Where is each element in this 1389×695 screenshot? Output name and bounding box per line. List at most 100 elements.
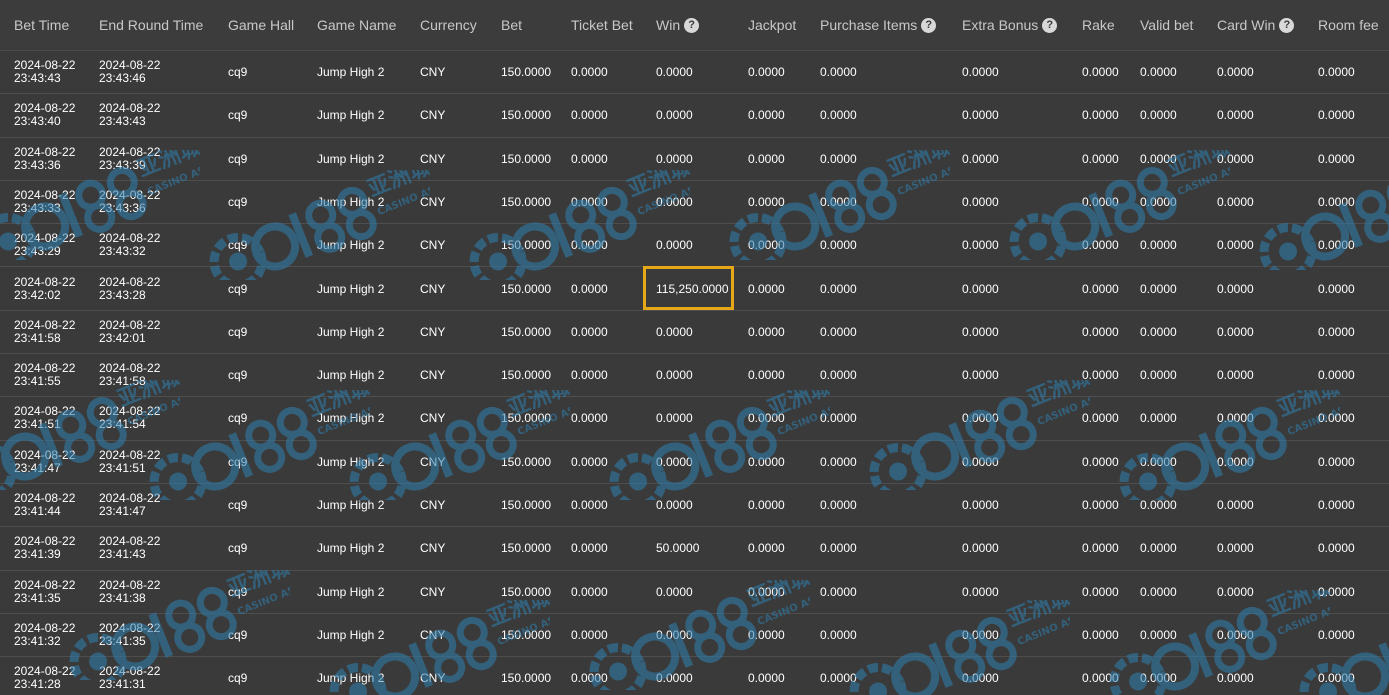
table-row[interactable]: 2024-08-22 23:41:44 2024-08-22 23:41:47 cq9 J…: [0, 483, 1389, 528]
bet-time: 23:43:36: [14, 157, 61, 172]
col-header-room-fee[interactable]: Room fee: [1318, 16, 1379, 34]
col-header-card-win[interactable]: Card Win?: [1217, 16, 1295, 34]
game-hall-cell: cq9: [228, 411, 248, 426]
bet-time: 23:41:28: [14, 677, 61, 692]
win-cell: 50.0000: [656, 541, 700, 556]
help-icon[interactable]: ?: [1279, 18, 1295, 33]
ticket-bet-cell: 0.0000: [571, 454, 608, 469]
ticket-bet-cell: 0.0000: [571, 498, 608, 512]
col-header-jackpot[interactable]: Jackpot: [748, 16, 796, 34]
game-hall-cell: cq9: [228, 627, 248, 642]
table-row[interactable]: 2024-08-22 23:43:33 2024-08-22 23:43:36 cq9 J…: [0, 180, 1389, 225]
col-header-valid-bet[interactable]: Valid bet: [1140, 16, 1193, 34]
rake-cell: 0.0000: [1082, 108, 1119, 123]
win-cell: 0.0000: [656, 411, 693, 426]
table-row[interactable]: 2024-08-22 23:43:40 2024-08-22 23:43:43 cq9 J…: [0, 93, 1389, 138]
col-header-bet[interactable]: Bet: [501, 16, 522, 34]
ticket-bet-cell: 0.0000: [571, 65, 608, 79]
table-row[interactable]: 2024-08-22 23:43:36 2024-08-22 23:43:39 cq9 J…: [0, 137, 1389, 181]
valid-bet-cell: 0.0000: [1140, 671, 1177, 686]
valid-bet-cell: 0.0000: [1140, 368, 1177, 383]
bet-time-cell: 2024-08-22 23:43:29: [14, 232, 75, 258]
table-header: Bet Time End Round Time Game Hall Game Name…: [0, 0, 1389, 51]
col-header-label: Purchase Items: [820, 17, 918, 33]
game-hall-cell: cq9: [228, 541, 248, 556]
game-hall-cell: cq9: [228, 498, 248, 512]
rake-cell: 0.0000: [1082, 541, 1119, 556]
bet-date: 2024-08-22: [14, 144, 76, 159]
col-header-win[interactable]: Win?: [656, 16, 700, 34]
bet-cell: 150.0000: [501, 324, 552, 339]
purchase-items-cell: 0.0000: [820, 498, 857, 512]
col-header-purchase-items[interactable]: Purchase Items?: [820, 16, 937, 34]
table-row[interactable]: 2024-08-22 23:42:02 2024-08-22 23:43:28 cq9 J…: [0, 267, 1389, 311]
col-header-bet-time[interactable]: Bet Time: [14, 16, 69, 34]
col-header-label: Currency: [420, 17, 477, 33]
win-cell: 0.0000: [656, 584, 693, 599]
col-header-label: Card Win: [1217, 17, 1276, 33]
table-row[interactable]: 2024-08-22 23:43:43 2024-08-22 23:43:46 cq9 J…: [0, 50, 1389, 95]
col-header-ticket-bet[interactable]: Ticket Bet: [571, 16, 633, 34]
room-fee-cell: 0.0000: [1318, 65, 1355, 79]
col-header-label: Ticket Bet: [571, 17, 633, 33]
jackpot-cell: 0.0000: [748, 194, 785, 209]
table-row[interactable]: 2024-08-22 23:41:47 2024-08-22 23:41:51 cq9 J…: [0, 440, 1389, 484]
jackpot-cell: 0.0000: [748, 281, 785, 296]
card-win-cell: 0.0000: [1217, 108, 1254, 123]
ticket-bet-cell: 0.0000: [571, 108, 608, 123]
col-header-game-name[interactable]: Game Name: [317, 16, 396, 34]
table-row[interactable]: 2024-08-22 23:41:51 2024-08-22 23:41:54 cq9 J…: [0, 396, 1389, 441]
win-cell: 0.0000: [656, 65, 693, 79]
bet-cell: 150.0000: [501, 151, 552, 166]
end-round-time-cell: 2024-08-22 23:41:58: [99, 362, 160, 388]
card-win-cell: 0.0000: [1217, 281, 1254, 296]
help-icon[interactable]: ?: [921, 18, 937, 33]
bet-cell: 150.0000: [501, 584, 552, 599]
jackpot-cell: 0.0000: [748, 324, 785, 339]
col-header-label: Game Name: [317, 17, 397, 33]
game-hall-cell: cq9: [228, 151, 248, 166]
game-hall-cell: cq9: [228, 324, 248, 339]
table-row[interactable]: 2024-08-22 23:41:35 2024-08-22 23:41:38 cq9 J…: [0, 570, 1389, 614]
col-header-extra-bonus[interactable]: Extra Bonus?: [962, 16, 1058, 34]
purchase-items-cell: 0.0000: [820, 411, 857, 426]
bet-date: 2024-08-22: [14, 187, 76, 202]
card-win-cell: 0.0000: [1217, 194, 1254, 209]
extra-bonus-cell: 0.0000: [962, 411, 999, 426]
col-header-end-round-time[interactable]: End Round Time: [99, 16, 203, 34]
table-row[interactable]: 2024-08-22 23:41:28 2024-08-22 23:41:31 cq9 J…: [0, 656, 1389, 695]
col-header-rake[interactable]: Rake: [1082, 16, 1115, 34]
col-header-currency[interactable]: Currency: [420, 16, 477, 34]
purchase-items-cell: 0.0000: [820, 584, 857, 599]
game-name-cell: Jump High 2: [317, 541, 385, 556]
rake-cell: 0.0000: [1082, 498, 1119, 512]
table-row[interactable]: 2024-08-22 23:41:55 2024-08-22 23:41:58 cq9 J…: [0, 353, 1389, 398]
bet-time: 23:41:47: [14, 460, 61, 475]
end-round-time-cell: 2024-08-22 23:42:01: [99, 318, 160, 345]
col-header-label: Valid bet: [1140, 17, 1194, 33]
table-row[interactable]: 2024-08-22 23:41:32 2024-08-22 23:41:35 cq9 J…: [0, 613, 1389, 658]
col-header-game-hall[interactable]: Game Hall: [228, 16, 294, 34]
help-icon[interactable]: ?: [1042, 18, 1058, 33]
purchase-items-cell: 0.0000: [820, 65, 857, 79]
extra-bonus-cell: 0.0000: [962, 498, 999, 512]
ticket-bet-cell: 0.0000: [571, 194, 608, 209]
table-row[interactable]: 2024-08-22 23:41:58 2024-08-22 23:42:01 cq9 J…: [0, 310, 1389, 355]
table-row[interactable]: 2024-08-22 23:41:39 2024-08-22 23:41:43 cq9 J…: [0, 526, 1389, 571]
room-fee-cell: 0.0000: [1318, 498, 1355, 512]
room-fee-cell: 0.0000: [1318, 238, 1355, 253]
bet-time-cell: 2024-08-22 23:43:43: [14, 59, 75, 85]
purchase-items-cell: 0.0000: [820, 281, 857, 296]
game-name-cell: Jump High 2: [317, 627, 385, 642]
help-icon[interactable]: ?: [684, 18, 700, 33]
bet-time: 23:42:02: [14, 287, 61, 302]
table-row[interactable]: 2024-08-22 23:43:29 2024-08-22 23:43:32 cq9 J…: [0, 223, 1389, 268]
purchase-items-cell: 0.0000: [820, 627, 857, 642]
jackpot-cell: 0.0000: [748, 584, 785, 599]
col-header-label: Extra Bonus: [962, 17, 1039, 33]
room-fee-cell: 0.0000: [1318, 541, 1355, 556]
end-date: 2024-08-22: [99, 187, 161, 202]
bet-cell: 150.0000: [501, 65, 552, 79]
purchase-items-cell: 0.0000: [820, 108, 857, 123]
purchase-items-cell: 0.0000: [820, 368, 857, 383]
